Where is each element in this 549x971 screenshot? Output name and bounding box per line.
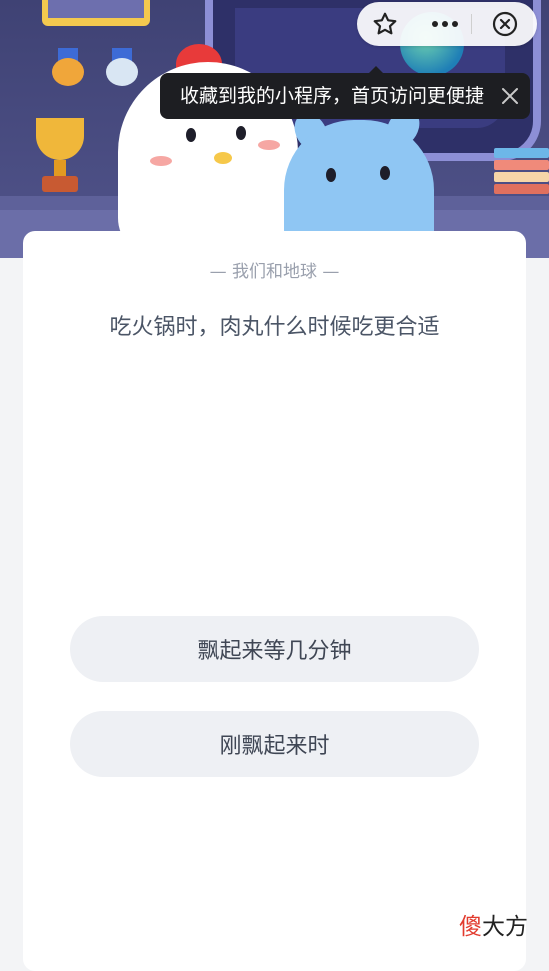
gold-medal-icon [50, 48, 86, 86]
chicken-blush-right [258, 140, 280, 150]
answer-option-label: 飘起来等几分钟 [197, 639, 352, 664]
more-dots-icon [432, 21, 458, 27]
trophy-cup-icon [28, 118, 92, 198]
close-circle-icon [492, 11, 518, 37]
answer-option-label: 刚飘起来时 [219, 734, 330, 759]
quiz-question: 吃火锅时，肉丸什么时候吃更合适 [109, 315, 440, 340]
answer-option-2[interactable]: 刚飘起来时 [70, 711, 479, 777]
chicken-eye-left [186, 128, 196, 142]
favorite-button[interactable] [363, 2, 407, 46]
watermark-part1: 傻 [459, 914, 482, 940]
close-icon [502, 88, 518, 104]
books-icon [494, 148, 549, 198]
quiz-card: — 我们和地球 — 吃火锅时，肉丸什么时候吃更合适 飘起来等几分钟 刚飘起来时 [23, 231, 526, 971]
silver-medal-icon [104, 48, 140, 86]
more-button[interactable] [421, 2, 469, 46]
add-to-my-miniprograms-tooltip: 收藏到我的小程序，首页访问更便捷 [160, 66, 530, 119]
quiz-subtitle: — 我们和地球 — [209, 262, 340, 282]
watermark-part2: 大方 [482, 914, 528, 940]
star-icon [373, 12, 397, 35]
close-miniprogram-button[interactable] [483, 2, 527, 46]
trophy-frame [42, 0, 150, 26]
watermark: 傻大方 [459, 907, 528, 941]
tooltip-text: 收藏到我的小程序，首页访问更便捷 [180, 85, 485, 107]
blue-mascot-eye-right [380, 166, 390, 180]
answer-option-1[interactable]: 飘起来等几分钟 [70, 616, 479, 682]
chicken-beak [214, 152, 232, 164]
mini-program-capsule [357, 2, 537, 46]
chicken-eye-right [236, 126, 246, 140]
capsule-divider [471, 14, 472, 34]
blue-mascot-eye-left [326, 168, 336, 182]
chicken-blush-left [150, 156, 172, 166]
tooltip-close-button[interactable] [498, 84, 522, 108]
